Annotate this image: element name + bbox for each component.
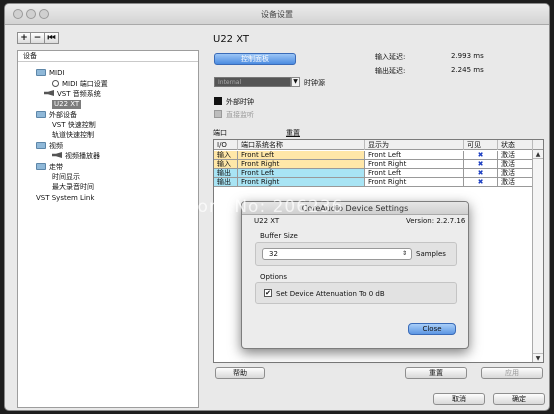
add-device-button[interactable]: + [17,32,31,44]
window-title: 设备设置 [261,10,293,19]
ports-reset-link[interactable]: 重置 [286,128,300,138]
tree-item-vst-system-link[interactable]: VST System Link [36,194,94,203]
folder-icon [36,142,46,149]
device-tree: 设备 MIDI MIDI 端口设置 VST 音频系统 U22 XT 外部设备 V… [17,50,199,408]
cell-port-name: Front Left [238,151,365,160]
attenuation-label: Set Device Attenuation To 0 dB [276,290,385,298]
tree-item-max-record-time[interactable]: 最大录音时间 [52,183,94,192]
tree-item-midi[interactable]: MIDI [36,69,65,78]
cell-port-name: Front Right [238,160,365,169]
folder-icon [36,163,46,170]
external-clock-label: 外部时钟 [226,98,254,106]
dialog-close-button[interactable]: Close [408,323,456,335]
control-panel-button[interactable]: 控制面板 [214,53,296,65]
ok-button[interactable]: 确定 [493,393,545,405]
cell-display-as[interactable]: Front Left [365,169,464,178]
tree-item-vst-audio-system[interactable]: VST 音频系统 [44,90,101,99]
cell-display-as[interactable]: Front Right [365,178,464,187]
attenuation-checkbox[interactable]: ✔ [264,289,272,297]
updown-arrows-icon: ⇕ [401,250,407,257]
cell-display-as[interactable]: Front Left [365,151,464,160]
input-latency-label: 输入延迟: [375,53,406,61]
output-latency-label: 输出延迟: [375,67,406,75]
cell-state[interactable]: 激活 [498,178,533,187]
cell-io: 输入 [214,151,238,160]
column-header-state[interactable]: 状态 [498,140,533,150]
clock-source-label: 时钟源 [304,79,325,87]
tree-item-time-display[interactable]: 时间显示 [52,173,80,182]
device-tree-header: 设备 [18,51,198,62]
cell-port-name: Front Right [238,178,365,187]
tree-item-external-devices[interactable]: 外部设备 [36,111,77,120]
cell-io: 输出 [214,169,238,178]
ports-table-scrollbar[interactable]: ▲ ▼ [532,150,543,362]
ports-section-label: 端口 [213,129,227,137]
reset-button[interactable]: 重置 [405,367,467,379]
input-latency-value: 2.993 ms [451,52,484,60]
direct-monitoring-label: 直接监听 [226,111,254,119]
tree-item-video[interactable]: 视频 [36,142,63,151]
folder-icon [36,69,46,76]
device-list-toolbar: + − ⏮ [17,32,59,44]
scroll-down-icon[interactable]: ▼ [533,353,543,362]
clock-source-select[interactable]: Internal [214,77,291,87]
direct-monitoring-checkbox[interactable] [214,110,222,118]
tree-item-u22-xt[interactable]: U22 XT [52,100,82,109]
window-titlebar[interactable]: 设备设置 [5,4,549,25]
buffer-size-unit: Samples [416,250,446,258]
dialog-device-name: U22 XT [254,217,280,225]
help-button[interactable]: 帮助 [215,367,265,379]
speaker-icon [44,90,54,96]
clock-icon [52,80,59,87]
tree-item-video-player[interactable]: 视频播放器 [52,152,100,161]
cancel-button[interactable]: 取消 [433,393,485,405]
tree-item-midi-port-setup[interactable]: MIDI 端口设置 [52,80,108,89]
column-header-io[interactable]: I/O [214,140,238,150]
buffer-size-group-label: Buffer Size [260,232,298,240]
cell-io: 输出 [214,178,238,187]
apply-button[interactable]: 应用 [481,367,543,379]
reset-device-button[interactable]: ⏮ [45,32,59,44]
chevron-down-icon[interactable]: ▼ [291,77,300,87]
visible-toggle-icon[interactable]: ✖ [464,160,498,169]
device-title: U22 XT [213,34,250,45]
buffer-size-select[interactable]: 32 ⇕ [262,248,412,260]
column-header-port-name[interactable]: 端口系统名称 [238,140,365,150]
cell-state[interactable]: 激活 [498,169,533,178]
store-watermark: Store No: 206236 [178,197,344,217]
visible-toggle-icon[interactable]: ✖ [464,178,498,187]
tree-item-vst-quick-controls[interactable]: VST 快速控制 [52,121,96,130]
remove-device-button[interactable]: − [31,32,45,44]
options-group-label: Options [260,273,288,281]
external-clock-checkbox[interactable] [214,97,222,105]
dialog-version: Version: 2.2.7.16 [406,217,466,225]
coreaudio-settings-dialog: CoreAudio Device Settings U22 XT Version… [241,201,469,349]
cell-state[interactable]: 激活 [498,151,533,160]
cell-port-name: Front Left [238,169,365,178]
video-icon [52,152,62,158]
visible-toggle-icon[interactable]: ✖ [464,169,498,178]
folder-icon [36,111,46,118]
column-header-visible[interactable]: 可见 [464,140,498,150]
column-header-display-as[interactable]: 显示为 [365,140,464,150]
cell-io: 输入 [214,160,238,169]
visible-toggle-icon[interactable]: ✖ [464,151,498,160]
cell-display-as[interactable]: Front Right [365,160,464,169]
ports-table-header: I/O 端口系统名称 显示为 可见 状态 [214,140,543,150]
cell-state[interactable]: 激活 [498,160,533,169]
tree-item-track-quick-controls[interactable]: 轨道快速控制 [52,131,94,140]
scroll-up-icon[interactable]: ▲ [533,150,543,159]
output-latency-value: 2.245 ms [451,66,484,74]
tree-item-transport[interactable]: 走带 [36,163,63,172]
